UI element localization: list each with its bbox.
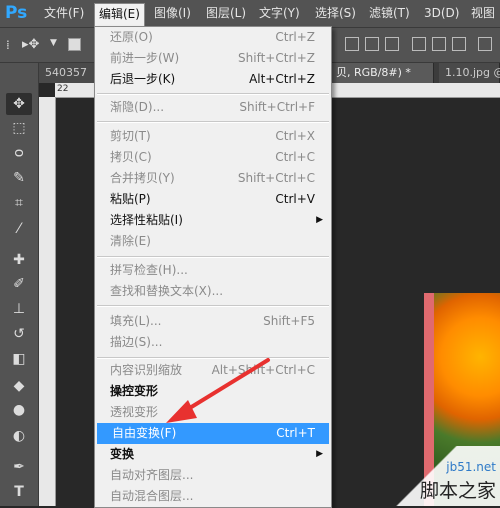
menu-file[interactable]: 文件(F) [40,3,88,24]
move-tool-icon[interactable]: ✥ [6,93,32,115]
grip-icon: ⁞ [6,38,10,52]
align-left-icon[interactable] [412,37,426,51]
menu-item-perspective-warp[interactable]: 透视变形 [95,402,331,423]
healing-brush-tool-icon[interactable]: ✚ [6,249,32,271]
menu-separator [97,256,329,258]
menu-item-spell-check[interactable]: 拼写检查(H)... [95,260,331,281]
align-top-icon[interactable] [345,37,359,51]
blur-tool-icon[interactable]: ● [6,399,32,421]
dodge-tool-icon[interactable]: ◐ [6,425,32,447]
doc-tab-active[interactable]: 贝, RGB/8#) * [330,63,434,83]
align-right-icon[interactable] [452,37,466,51]
menu-bar: Ps 文件(F) 编辑(E) 图像(I) 图层(L) 文字(Y) 选择(S) 滤… [0,0,500,28]
menu-item-puppet-warp[interactable]: 操控变形 [95,381,331,402]
submenu-arrow-icon: ▶ [316,449,323,459]
lasso-tool-icon[interactable]: ᴑ [6,142,32,164]
menu-separator [97,305,329,307]
type-tool-icon[interactable]: T [6,481,32,503]
photoshop-logo: Ps [5,3,28,23]
menu-item-free-transform[interactable]: 自由变换(F) Ctrl+T [97,423,329,444]
align-middle-icon[interactable] [365,37,379,51]
tools-panel: ✥ ⬚ ᴑ ✎ ⌗ ⁄ ✚ ✐ ⊥ ↺ ◧ ◆ ● ◐ ✒ T [0,63,39,506]
menu-item-paste[interactable]: 粘贴(P) Ctrl+V [95,189,331,210]
menu-item-content-aware-scale[interactable]: 内容识别缩放 Alt+Shift+Ctrl+C [95,360,331,381]
align-center-icon[interactable] [432,37,446,51]
ruler-label: 22 [57,84,69,94]
move-tool-preset-icon[interactable]: ▸✥ [22,37,39,52]
edit-menu-dropdown: 还原(O) Ctrl+Z 前进一步(W) Shift+Ctrl+Z 后退一步(K… [94,26,332,508]
menu-item-step-forward[interactable]: 前进一步(W) Shift+Ctrl+Z [95,48,331,69]
menu-item-step-backward[interactable]: 后退一步(K) Alt+Ctrl+Z [95,69,331,90]
menu-item-auto-blend-layers[interactable]: 自动混合图层... [95,486,331,507]
eraser-tool-icon[interactable]: ◧ [6,348,32,370]
pen-tool-icon[interactable]: ✒ [6,456,32,478]
auto-select-checkbox[interactable] [68,38,81,51]
menu-item-cut[interactable]: 剪切(T) Ctrl+X [95,126,331,147]
chevron-down-icon[interactable]: ▼ [50,38,57,48]
menu-item-fade[interactable]: 渐隐(D)... Shift+Ctrl+F [95,97,331,118]
menu-item-clear[interactable]: 清除(E) [95,231,331,252]
menu-item-stroke[interactable]: 描边(S)... [95,332,331,353]
submenu-arrow-icon: ▶ [316,215,323,225]
menu-item-find-replace[interactable]: 查找和替换文本(X)... [95,281,331,302]
menu-image[interactable]: 图像(I) [150,3,195,24]
marquee-tool-icon[interactable]: ⬚ [6,117,32,139]
history-brush-tool-icon[interactable]: ↺ [6,323,32,345]
distribute-icon[interactable] [478,37,492,51]
menu-item-auto-align-layers[interactable]: 自动对齐图层... [95,465,331,486]
ruler-vertical [39,97,56,506]
watermark-site: jb51.net [446,460,496,474]
menu-item-undo[interactable]: 还原(O) Ctrl+Z [95,27,331,48]
menu-type[interactable]: 文字(Y) [255,3,304,24]
menu-filter[interactable]: 滤镜(T) [365,3,414,24]
doc-tab[interactable]: 540357 [39,63,99,83]
menu-3d[interactable]: 3D(D) [420,3,463,24]
quick-select-tool-icon[interactable]: ✎ [6,167,32,189]
menu-separator [97,93,329,95]
align-bottom-icon[interactable] [385,37,399,51]
menu-item-copy-merged[interactable]: 合并拷贝(Y) Shift+Ctrl+C [95,168,331,189]
menu-item-copy[interactable]: 拷贝(C) Ctrl+C [95,147,331,168]
watermark: jb51.net 脚本之家 [370,446,500,506]
menu-separator [97,357,329,359]
brush-tool-icon[interactable]: ✐ [6,273,32,295]
watermark-name: 脚本之家 [419,480,496,502]
paint-bucket-tool-icon[interactable]: ◆ [6,375,32,397]
menu-view[interactable]: 视图 [467,3,499,24]
menu-item-fill[interactable]: 填充(L)... Shift+F5 [95,311,331,332]
clone-stamp-tool-icon[interactable]: ⊥ [6,298,32,320]
menu-layer[interactable]: 图层(L) [202,3,250,24]
menu-edit[interactable]: 编辑(E) [94,3,145,27]
menu-item-transform[interactable]: 变换 ▶ [95,444,331,465]
eyedropper-tool-icon[interactable]: ⁄ [6,218,32,240]
menu-select[interactable]: 选择(S) [311,3,360,24]
menu-separator [97,121,329,123]
doc-tab[interactable]: 1.10.jpg @ [439,63,500,83]
menu-item-paste-special[interactable]: 选择性粘贴(I) ▶ [95,210,331,231]
crop-tool-icon[interactable]: ⌗ [6,192,32,214]
